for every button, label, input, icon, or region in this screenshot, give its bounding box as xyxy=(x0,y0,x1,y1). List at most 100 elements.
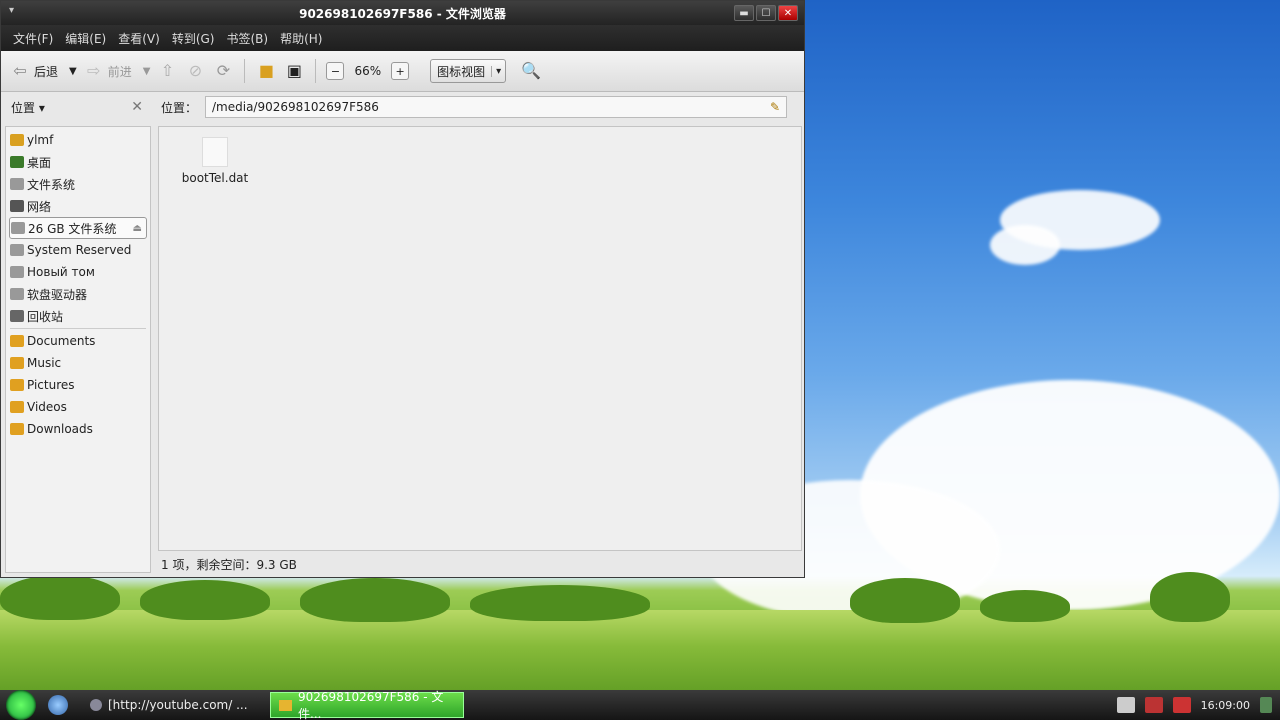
sidebar-item-downloads[interactable]: Downloads xyxy=(6,418,150,440)
grass-field xyxy=(0,610,1280,700)
home-icon xyxy=(10,134,24,146)
places-sidebar: ylmf 桌面 文件系统 网络 26 GB 文件系统 ⏏ System Rese… xyxy=(5,126,151,573)
zoom-out-button[interactable]: − xyxy=(326,62,345,80)
show-desktop-icon[interactable] xyxy=(1260,697,1272,713)
file-item[interactable]: bootTel.dat xyxy=(177,137,253,185)
sidebar-item-new-volume[interactable]: Новый том xyxy=(6,261,150,283)
forward-button[interactable]: ⇨ 前进 ▼ xyxy=(83,60,151,82)
trash-icon xyxy=(10,310,24,322)
window-menu-icon[interactable]: ▾ xyxy=(9,5,14,16)
browser-launcher-icon[interactable] xyxy=(48,695,68,715)
tree xyxy=(1150,572,1230,622)
tree xyxy=(300,578,450,622)
taskbar-item-label: 902698102697F586 - 文件... xyxy=(298,690,444,721)
sidebar-item-desktop[interactable]: 桌面 xyxy=(6,151,150,173)
tree xyxy=(0,575,120,620)
folder-music-icon xyxy=(10,357,24,369)
sidebar-divider xyxy=(10,328,146,329)
title-bar[interactable]: ▾ 902698102697F586 - 文件浏览器 ▬ ☐ ✕ xyxy=(1,1,804,25)
taskbar-item-file-manager[interactable]: 902698102697F586 - 文件... xyxy=(270,690,464,721)
main-area: ylmf 桌面 文件系统 网络 26 GB 文件系统 ⏏ System Rese… xyxy=(1,122,804,577)
drive-icon xyxy=(10,266,24,278)
menu-edit[interactable]: 编辑(E) xyxy=(61,30,110,47)
maximize-button[interactable]: ☐ xyxy=(756,5,776,21)
sidebar-title-dropdown[interactable]: 位置 ▾ xyxy=(11,99,45,116)
zoom-out-icon: − xyxy=(330,64,341,78)
document-icon xyxy=(202,137,228,167)
close-button[interactable]: ✕ xyxy=(778,5,798,21)
toolbar: ⇦ 后退 ▼ ⇨ 前进 ▼ ⇧ ⊘ ⟳ ■ ▣ − 66% + 图标视图 ▾ 🔍 xyxy=(1,51,804,92)
folder-documents-icon xyxy=(10,335,24,347)
sidebar-item-label: System Reserved xyxy=(27,243,132,257)
sidebar-item-system-reserved[interactable]: System Reserved xyxy=(6,239,150,261)
sidebar-item-26gb-volume[interactable]: 26 GB 文件系统 ⏏ xyxy=(9,217,147,239)
chevron-down-icon: ▾ xyxy=(491,65,505,77)
file-name: bootTel.dat xyxy=(181,171,249,185)
volume-icon[interactable] xyxy=(1172,697,1191,713)
status-bar: 1 项，剩余空间：9.3 GB xyxy=(161,558,297,572)
sidebar-item-videos[interactable]: Videos xyxy=(6,396,150,418)
file-view[interactable]: bootTel.dat xyxy=(158,126,802,551)
clear-location-icon[interactable]: ✎ xyxy=(770,100,780,114)
location-bar: 位置 ▾ ✕ 位置： /media/902698102697F586 ✎ xyxy=(1,92,804,122)
network-status-icon[interactable] xyxy=(1144,697,1163,713)
start-menu-button[interactable] xyxy=(6,690,36,720)
menu-bar: 文件(F) 编辑(E) 查看(V) 转到(G) 书签(B) 帮助(H) xyxy=(1,25,804,51)
location-label: 位置： xyxy=(161,100,198,115)
back-button[interactable]: ⇦ 后退 ▼ xyxy=(9,60,77,82)
taskbar-item-browser[interactable]: [http://youtube.com/ ... xyxy=(82,692,262,718)
stop-icon[interactable]: ⊘ xyxy=(184,60,206,82)
zoom-in-button[interactable]: + xyxy=(391,62,410,80)
menu-view[interactable]: 查看(V) xyxy=(114,30,164,47)
up-arrow-icon[interactable]: ⇧ xyxy=(156,60,178,82)
sidebar-item-filesystem[interactable]: 文件系统 xyxy=(6,173,150,195)
sidebar-item-label: 软盘驱动器 xyxy=(27,287,88,302)
forward-history-dropdown-icon[interactable]: ▼ xyxy=(143,66,151,77)
location-input[interactable]: /media/902698102697F586 ✎ xyxy=(205,96,788,118)
sidebar-item-label: Music xyxy=(27,356,62,370)
eject-icon[interactable]: ⏏ xyxy=(133,223,142,234)
keyboard-icon[interactable] xyxy=(1116,697,1135,713)
folder-icon xyxy=(279,699,293,711)
sidebar-item-label: Pictures xyxy=(27,378,75,392)
floppy-icon xyxy=(10,288,24,300)
sidebar-item-label: Новый том xyxy=(27,265,95,279)
sidebar-item-network[interactable]: 网络 xyxy=(6,195,150,217)
sidebar-item-trash[interactable]: 回收站 xyxy=(6,305,150,327)
clock[interactable]: 16:09:00 xyxy=(1201,699,1250,712)
sidebar-item-music[interactable]: Music xyxy=(6,352,150,374)
menu-help[interactable]: 帮助(H) xyxy=(276,30,326,47)
menu-bookmarks[interactable]: 书签(B) xyxy=(222,30,272,47)
back-arrow-icon: ⇦ xyxy=(13,61,27,80)
sidebar-item-home[interactable]: ylmf xyxy=(6,129,150,151)
zoom-level: 66% xyxy=(354,64,382,78)
window-title: 902698102697F586 - 文件浏览器 xyxy=(299,6,506,21)
menu-file[interactable]: 文件(F) xyxy=(9,30,57,47)
computer-icon[interactable]: ▣ xyxy=(283,60,305,82)
sidebar-item-label: 桌面 xyxy=(27,155,52,170)
view-mode-select[interactable]: 图标视图 ▾ xyxy=(430,59,507,83)
sidebar-item-documents[interactable]: Documents xyxy=(6,330,150,352)
home-folder-icon[interactable]: ■ xyxy=(255,60,277,82)
file-manager-window: ▾ 902698102697F586 - 文件浏览器 ▬ ☐ ✕ 文件(F) 编… xyxy=(0,0,805,578)
folder-downloads-icon xyxy=(10,423,24,435)
close-sidebar-icon[interactable]: ✕ xyxy=(131,99,143,115)
sidebar-item-label: 26 GB 文件系统 xyxy=(28,221,117,236)
sidebar-item-floppy[interactable]: 软盘驱动器 xyxy=(6,283,150,305)
view-mode-label: 图标视图 xyxy=(437,64,486,79)
drive-icon xyxy=(10,178,24,190)
toolbar-separator xyxy=(315,59,317,83)
system-tray: 16:09:00 xyxy=(1116,697,1280,713)
sidebar-item-pictures[interactable]: Pictures xyxy=(6,374,150,396)
back-history-dropdown-icon[interactable]: ▼ xyxy=(69,66,77,77)
folder-pictures-icon xyxy=(10,379,24,391)
search-icon[interactable]: 🔍 xyxy=(520,60,542,82)
sidebar-item-label: Documents xyxy=(27,334,96,348)
reload-icon[interactable]: ⟳ xyxy=(212,60,234,82)
sidebar-item-label: 回收站 xyxy=(27,309,64,324)
sidebar-item-label: 文件系统 xyxy=(27,177,76,192)
tree xyxy=(980,590,1070,622)
drive-icon xyxy=(11,222,25,234)
menu-go[interactable]: 转到(G) xyxy=(168,30,219,47)
minimize-button[interactable]: ▬ xyxy=(734,5,754,21)
